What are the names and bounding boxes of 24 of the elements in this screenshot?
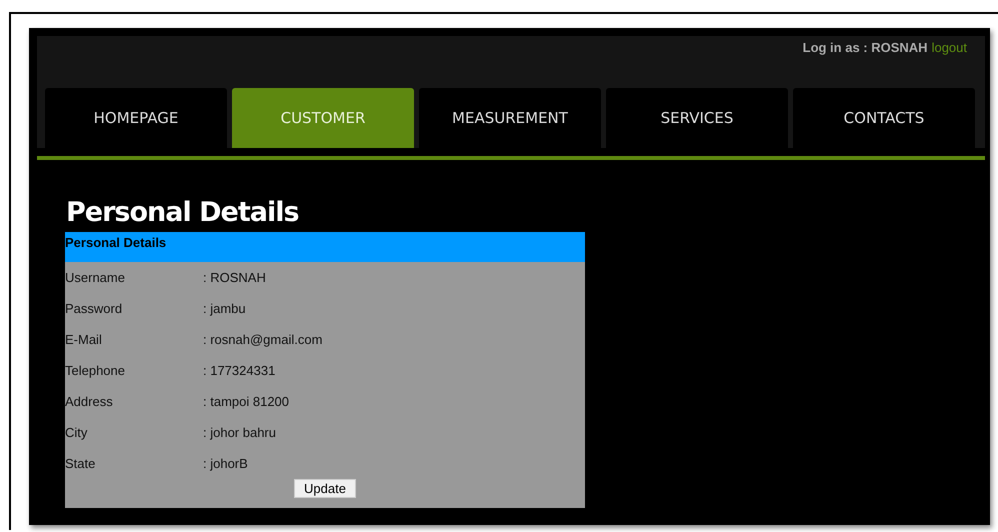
- table-header: Personal Details: [65, 232, 585, 262]
- field-value: : 177324331: [203, 363, 276, 378]
- field-value: : johor bahru: [203, 425, 276, 440]
- field-label: Username: [65, 270, 126, 285]
- update-button[interactable]: Update: [294, 479, 356, 498]
- field-label: Telephone: [65, 363, 126, 378]
- logout-link[interactable]: logout: [932, 40, 967, 55]
- field-value: : johorB: [203, 456, 248, 471]
- field-value: : ROSNAH: [203, 270, 266, 285]
- field-value: : jambu: [203, 301, 246, 316]
- field-label: City: [65, 425, 88, 440]
- field-label: State: [65, 456, 96, 471]
- nav-tab[interactable]: CUSTOMER: [232, 88, 414, 148]
- nav-tab[interactable]: SERVICES: [606, 88, 788, 148]
- field-label: Password: [65, 301, 124, 316]
- login-status: Log in as : ROSNAH: [802, 40, 928, 55]
- field-value: : rosnah@gmail.com: [203, 332, 322, 347]
- nav-tab[interactable]: CONTACTS: [793, 88, 975, 148]
- field-value: : tampoi 81200: [203, 394, 290, 409]
- page-title: Personal Details: [66, 196, 300, 230]
- nav-tab[interactable]: MEASUREMENT: [419, 88, 601, 148]
- field-label: Address: [65, 394, 114, 409]
- nav-tab[interactable]: HOMEPAGE: [45, 88, 227, 148]
- field-label: E-Mail: [65, 332, 103, 347]
